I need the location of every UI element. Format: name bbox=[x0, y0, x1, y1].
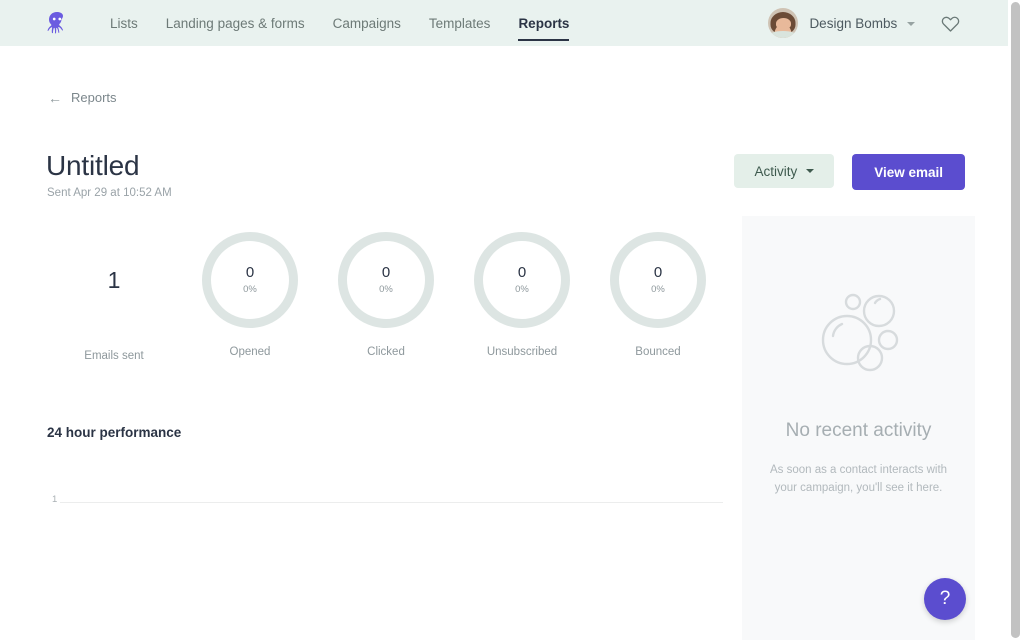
stat-label: Opened bbox=[229, 346, 271, 358]
activity-button-label: Activity bbox=[754, 163, 798, 179]
chevron-down-icon bbox=[806, 169, 815, 173]
page-title: Untitled bbox=[46, 150, 140, 181]
account-name-label: Design Bombs bbox=[809, 15, 898, 31]
app-root: Lists Landing pages & forms Campaigns Te… bbox=[0, 0, 1024, 640]
donut-chart-opened: 0 0% bbox=[202, 232, 298, 328]
stat-value: 0 bbox=[381, 264, 391, 282]
nav-label: Templates bbox=[428, 15, 491, 31]
page-content: ← Reports Untitled Sent Apr 29 at 10:52 … bbox=[0, 46, 1008, 640]
stat-value: 0 bbox=[245, 264, 255, 282]
stat-percent: 0% bbox=[379, 283, 393, 295]
view-email-label: View email bbox=[874, 164, 943, 180]
chart-gridline bbox=[60, 502, 723, 503]
bubbles-icon bbox=[807, 278, 911, 387]
page-actions: Activity View email bbox=[734, 154, 965, 190]
nav-item-landing-pages-and-forms[interactable]: Landing pages & forms bbox=[152, 0, 319, 46]
chart-title: 24 hour performance bbox=[47, 425, 182, 440]
stats-row: 1 Emails sent 0 0% Opened 0 0% Clicked 0… bbox=[46, 228, 726, 368]
main-nav: Lists Landing pages & forms Campaigns Te… bbox=[96, 0, 583, 46]
page-subtitle: Sent Apr 29 at 10:52 AM bbox=[47, 187, 172, 199]
donut-chart-unsubscribed: 0 0% bbox=[474, 232, 570, 328]
empty-state-title: No recent activity bbox=[785, 420, 932, 441]
account-menu[interactable]: Design Bombs bbox=[809, 16, 915, 31]
donut-chart-clicked: 0 0% bbox=[338, 232, 434, 328]
stat-percent: 0% bbox=[515, 283, 529, 295]
arrow-left-icon: ← bbox=[48, 89, 62, 106]
stat-bounced: 0 0% Bounced bbox=[590, 228, 726, 358]
donut-chart-bounced: 0 0% bbox=[610, 232, 706, 328]
top-navigation-bar: Lists Landing pages & forms Campaigns Te… bbox=[0, 0, 1008, 46]
breadcrumb-back-reports[interactable]: ← Reports bbox=[48, 90, 117, 105]
stat-value: 0 bbox=[517, 264, 527, 282]
heart-icon[interactable] bbox=[941, 14, 960, 33]
nav-label: Lists bbox=[110, 15, 138, 31]
stat-label: Emails sent bbox=[84, 350, 144, 362]
stat-unsubscribed: 0 0% Unsubscribed bbox=[454, 228, 590, 358]
view-email-button[interactable]: View email bbox=[852, 154, 965, 190]
activity-dropdown-button[interactable]: Activity bbox=[734, 154, 835, 188]
page-scrollbar[interactable] bbox=[1008, 0, 1024, 640]
stat-value: 1 bbox=[107, 266, 121, 293]
stat-percent: 0% bbox=[651, 283, 665, 295]
stat-label: Unsubscribed bbox=[486, 346, 558, 358]
stat-opened: 0 0% Opened bbox=[182, 228, 318, 358]
performance-chart: 1 bbox=[47, 466, 723, 640]
stat-percent: 0% bbox=[243, 283, 257, 295]
scrollbar-thumb[interactable] bbox=[1011, 2, 1020, 638]
recent-activity-panel: No recent activity As soon as a contact … bbox=[742, 216, 975, 640]
chevron-down-icon bbox=[907, 21, 915, 26]
stat-emails-sent: 1 Emails sent bbox=[46, 228, 182, 363]
empty-state-description: As soon as a contact interacts with your… bbox=[769, 464, 948, 494]
question-mark-icon: ? bbox=[939, 588, 951, 609]
stat-label: Bounced bbox=[635, 346, 681, 358]
y-axis-tick-label: 1 bbox=[52, 494, 58, 505]
nav-item-lists[interactable]: Lists bbox=[96, 0, 152, 46]
back-link-label: Reports bbox=[71, 90, 117, 105]
stat-value: 0 bbox=[653, 264, 663, 282]
nav-label: Landing pages & forms bbox=[165, 15, 305, 31]
help-button[interactable]: ? bbox=[924, 578, 966, 620]
avatar-shoulders bbox=[768, 31, 799, 38]
nav-item-templates[interactable]: Templates bbox=[415, 0, 505, 46]
nav-label: Campaigns bbox=[332, 15, 401, 31]
nav-item-campaigns[interactable]: Campaigns bbox=[319, 0, 415, 46]
nav-item-reports[interactable]: Reports bbox=[504, 0, 583, 46]
nav-label: Reports bbox=[518, 15, 570, 31]
octopus-logo-icon[interactable] bbox=[40, 6, 74, 40]
stat-clicked: 0 0% Clicked bbox=[318, 228, 454, 358]
avatar[interactable] bbox=[768, 8, 799, 38]
stat-label: Clicked bbox=[367, 346, 405, 358]
account-area: Design Bombs bbox=[768, 0, 1008, 46]
